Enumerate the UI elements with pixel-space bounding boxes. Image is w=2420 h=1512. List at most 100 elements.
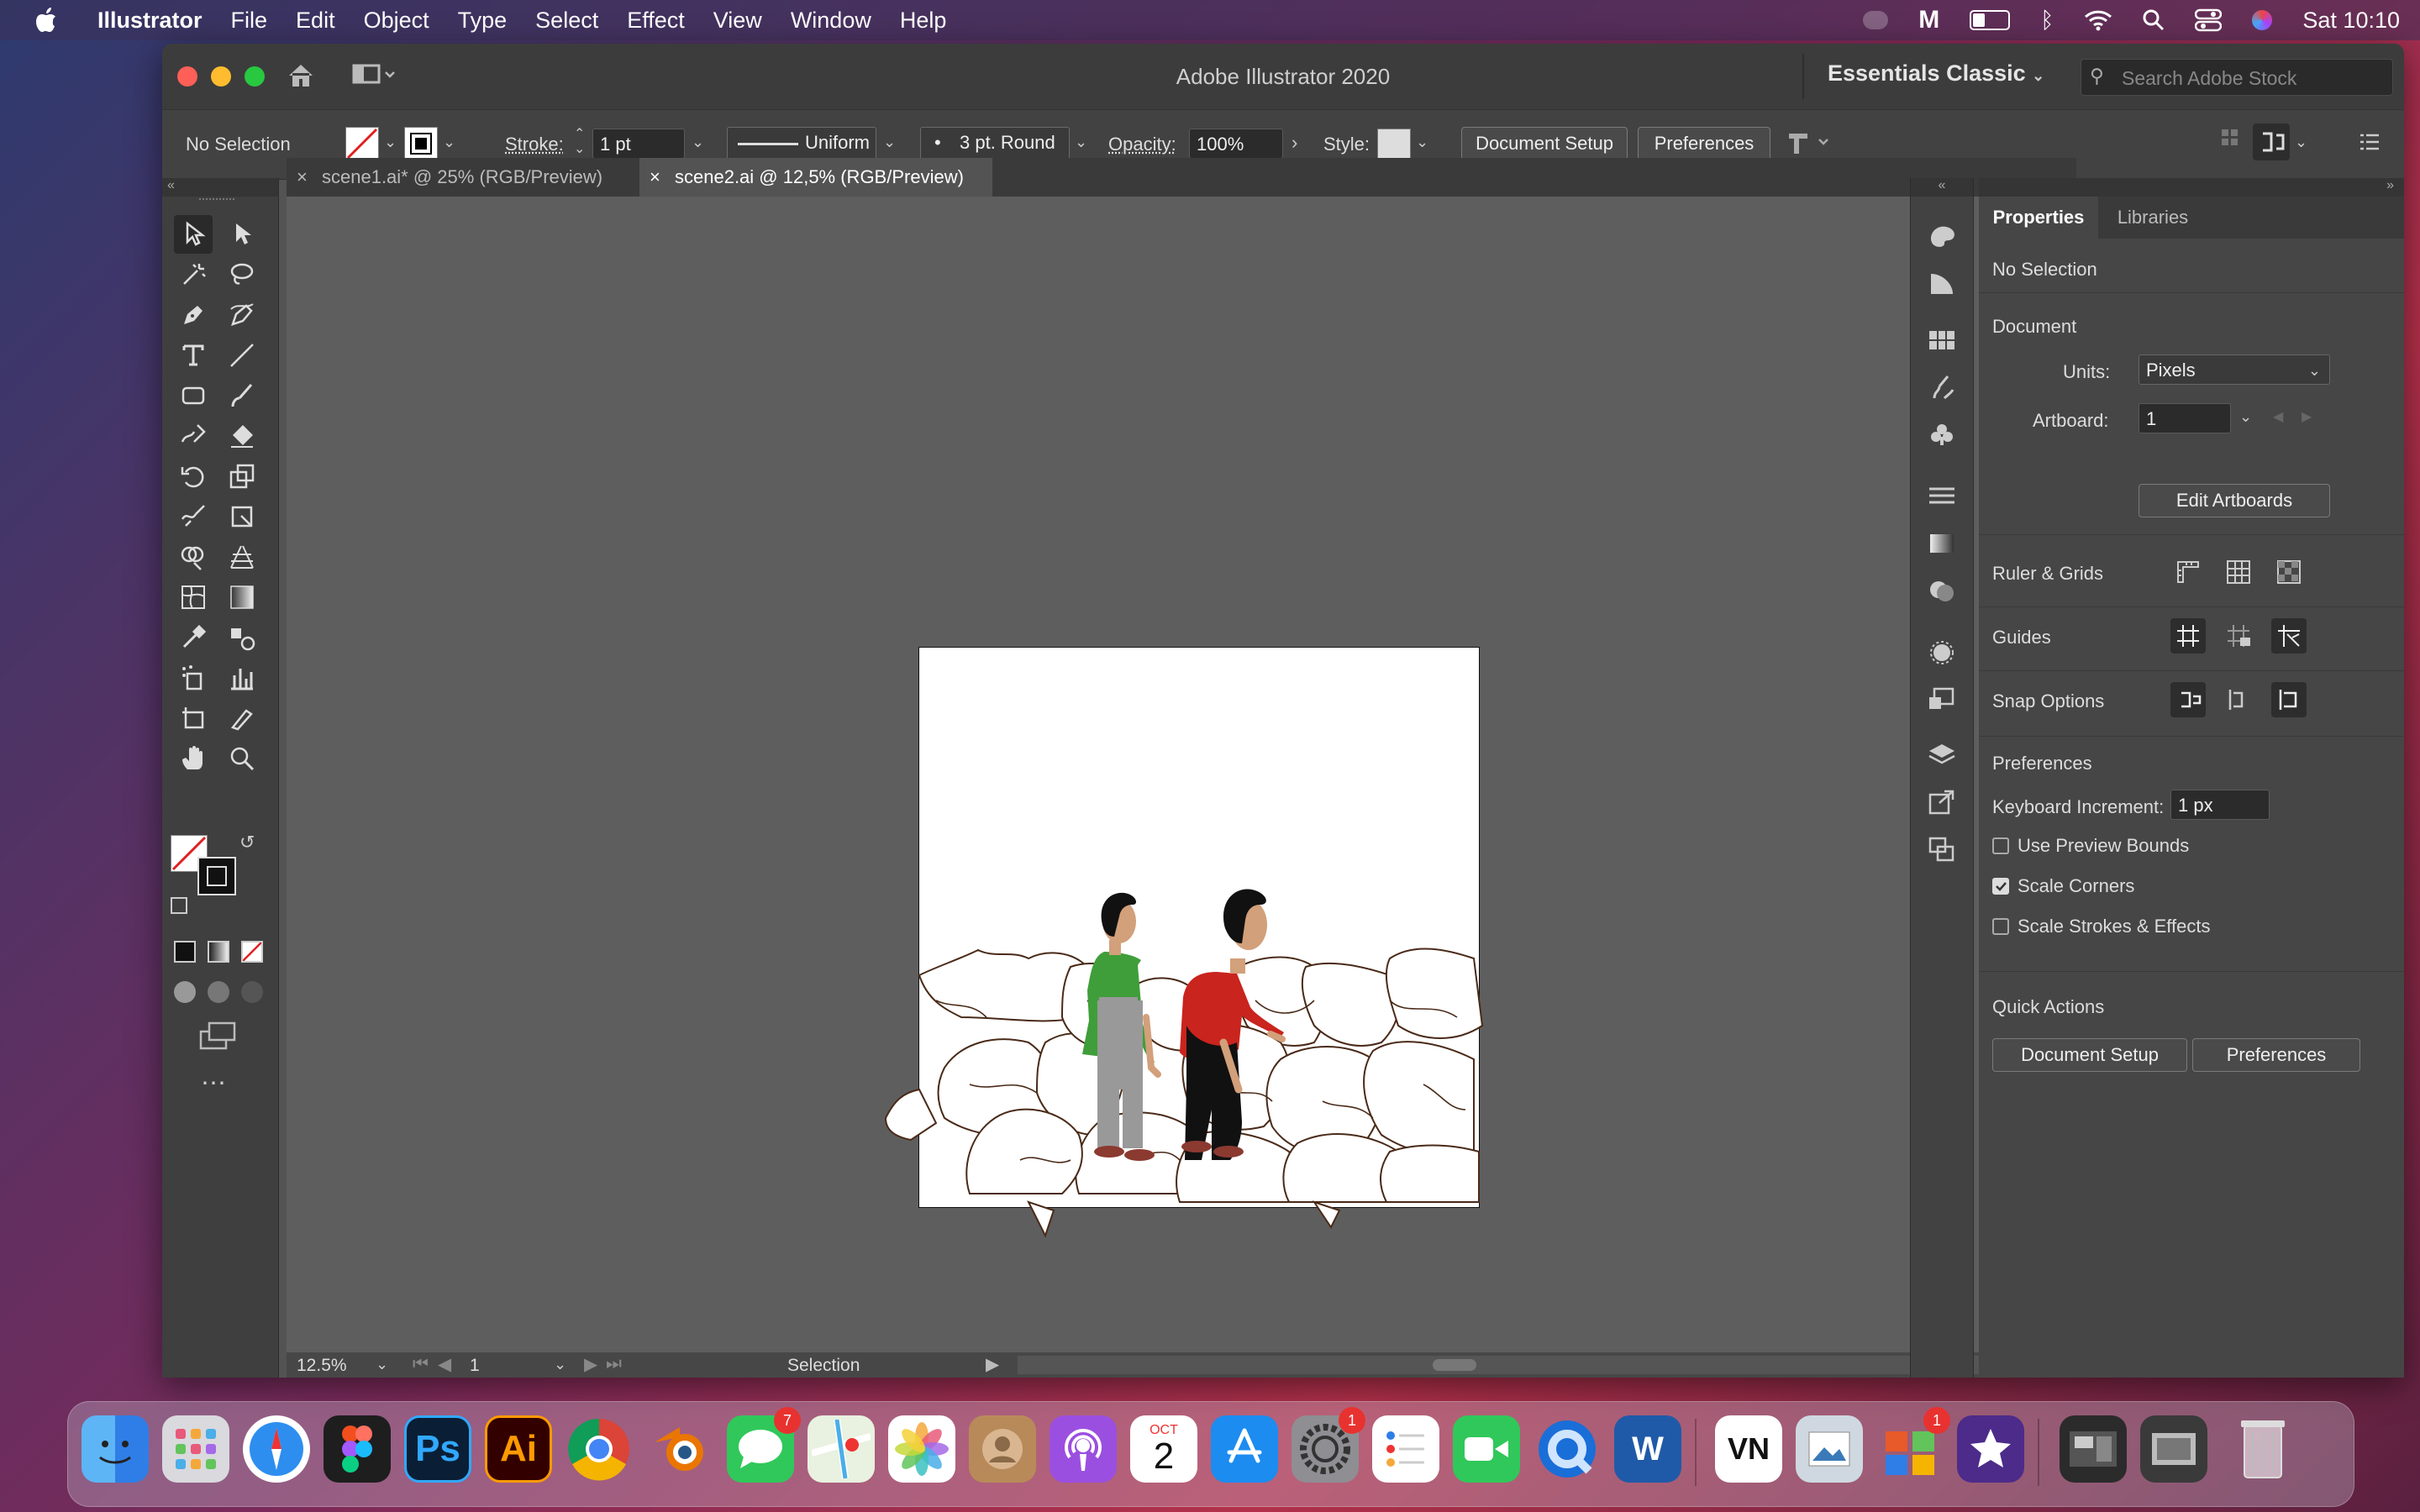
fill-swatch[interactable] (345, 127, 379, 160)
launchpad-icon[interactable] (162, 1415, 229, 1483)
lock-guides-icon[interactable] (2221, 618, 2256, 654)
free-transform-tool-icon[interactable] (223, 497, 261, 536)
slice-tool-icon[interactable] (223, 699, 261, 738)
none-mode-icon[interactable] (241, 941, 263, 963)
swatches-icon[interactable] (1911, 318, 1973, 363)
facetime-icon[interactable] (1453, 1415, 1520, 1483)
stroke-swatch[interactable] (404, 127, 438, 160)
vn-video-editor-icon[interactable]: VN (1715, 1415, 1782, 1483)
tab-properties[interactable]: Properties (1979, 197, 2098, 239)
quicktime-icon[interactable] (1534, 1415, 1601, 1483)
use-preview-bounds-row[interactable]: Use Preview Bounds (1992, 835, 2189, 857)
previous-artboard-icon[interactable]: ◀ (438, 1354, 451, 1375)
draw-behind-icon[interactable] (208, 981, 229, 1003)
menu-help[interactable]: Help (900, 8, 947, 34)
horizontal-scrollbar[interactable] (1018, 1356, 2023, 1374)
quick-document-setup-button[interactable]: Document Setup (1992, 1038, 2187, 1072)
menu-type[interactable]: Type (458, 8, 508, 34)
opacity-slider-icon[interactable]: › (1292, 132, 1297, 154)
close-tab-icon[interactable]: × (297, 158, 308, 197)
magic-wand-tool-icon[interactable] (174, 255, 213, 294)
finder-icon[interactable] (82, 1415, 149, 1483)
workspace-switcher[interactable]: Essentials Classic ⌄ (1828, 60, 2044, 87)
symbol-sprayer-tool-icon[interactable] (174, 659, 213, 697)
status-menu-icon[interactable]: ▶ (986, 1354, 999, 1375)
edit-artboards-button[interactable]: Edit Artboards (2139, 484, 2330, 517)
column-graph-tool-icon[interactable] (223, 659, 261, 697)
perspective-grid-tool-icon[interactable] (223, 538, 261, 576)
default-fill-stroke-icon[interactable] (171, 897, 187, 914)
scale-strokes-row[interactable]: Scale Strokes & Effects (1992, 916, 2210, 937)
menu-window[interactable]: Window (791, 8, 871, 34)
eyedropper-tool-icon[interactable] (174, 618, 213, 657)
units-select[interactable]: Pixels ⌄ (2139, 354, 2330, 385)
siri-icon[interactable] (2252, 10, 2273, 30)
lasso-tool-icon[interactable] (223, 255, 261, 294)
imovie-icon[interactable] (1957, 1415, 2024, 1483)
stroke-color-box[interactable] (197, 857, 236, 895)
curvature-tool-icon[interactable] (223, 296, 261, 334)
eraser-tool-icon[interactable] (223, 417, 261, 455)
first-artboard-icon[interactable]: ⏮ (413, 1354, 429, 1374)
adobe-stock-search[interactable]: ⚲ Search Adobe Stock (2081, 59, 2393, 96)
tab-scene2[interactable]: × scene2.ai @ 12,5% (RGB/Preview) (639, 158, 992, 197)
word-icon[interactable]: W (1614, 1415, 1681, 1483)
menu-view[interactable]: View (713, 8, 762, 34)
menu-effect[interactable]: Effect (627, 8, 685, 34)
trash-icon[interactable] (2229, 1415, 2296, 1483)
appearance-icon[interactable] (1911, 630, 1973, 675)
panel-menu-icon[interactable] (2359, 132, 2381, 152)
creative-cloud-icon[interactable] (1863, 11, 1889, 29)
asset-export-icon[interactable] (1911, 780, 1973, 825)
stroke-label[interactable]: Stroke: (505, 134, 564, 155)
menu-edit[interactable]: Edit (296, 8, 335, 34)
apple-icon[interactable] (35, 8, 57, 33)
align-grid-icon[interactable] (2221, 129, 2239, 147)
opacity-label[interactable]: Opacity: (1108, 134, 1176, 155)
edit-toolbar-icon[interactable]: ⋯ (201, 1068, 226, 1098)
rectangle-tool-icon[interactable] (174, 376, 213, 415)
bluetooth-icon[interactable]: ᛒ (2040, 8, 2054, 34)
transparency-icon[interactable] (1911, 568, 1973, 613)
show-guides-icon[interactable] (2170, 618, 2206, 654)
menubar-clock[interactable]: Sat 10:10 (2302, 8, 2400, 34)
zoom-level[interactable]: 12.5% (297, 1356, 347, 1376)
rotate-tool-icon[interactable] (174, 457, 213, 496)
system-preferences-icon[interactable]: 1 (1292, 1407, 1365, 1483)
artboard-tool-icon[interactable] (174, 699, 213, 738)
horizontal-scroll-thumb[interactable] (1433, 1359, 1476, 1371)
hand-tool-icon[interactable] (174, 739, 213, 778)
close-tab-icon[interactable]: × (650, 158, 660, 197)
stroke-weight-dropdown-icon[interactable]: ⌄ (692, 134, 704, 151)
graphic-styles-icon[interactable] (1911, 677, 1973, 722)
scale-strokes-checkbox[interactable] (1992, 918, 2009, 935)
artboard-dropdown-icon[interactable]: ⌄ (554, 1356, 566, 1373)
snap-to-point-icon[interactable] (2170, 682, 2206, 717)
draw-normal-icon[interactable] (174, 981, 196, 1003)
snap-dropdown-icon[interactable]: ⌄ (2295, 134, 2307, 151)
profile-dropdown-icon[interactable]: ⌄ (883, 134, 896, 151)
photoshop-icon[interactable]: Ps (404, 1415, 471, 1483)
tab-libraries[interactable]: Libraries (2098, 197, 2207, 239)
screen-mode-icon[interactable] (199, 1021, 238, 1050)
podcasts-icon[interactable] (1050, 1415, 1117, 1483)
collapse-properties-icon[interactable]: » (1979, 178, 2404, 197)
artwork-scene[interactable] (884, 648, 1484, 1238)
last-artboard-icon[interactable]: ⏭ (606, 1354, 622, 1374)
previous-artboard-arrow-icon[interactable]: ◀ (2273, 408, 2283, 425)
document-canvas[interactable]: ⌃ ⌄ (287, 197, 2049, 1352)
calendar-icon[interactable]: OCT 2 (1130, 1415, 1197, 1483)
color-guide-icon[interactable] (1911, 260, 1973, 306)
scale-corners-checkbox[interactable] (1992, 878, 2009, 895)
zoom-tool-icon[interactable] (223, 739, 261, 778)
document-setup-button[interactable]: Document Setup (1461, 127, 1628, 160)
messages-icon[interactable]: 7 (727, 1407, 801, 1483)
screenshots-folder-icon[interactable] (2060, 1415, 2127, 1483)
smart-guides-icon[interactable] (2271, 618, 2307, 654)
preferences-button[interactable]: Preferences (1638, 127, 1770, 160)
illustrator-icon[interactable]: Ai (485, 1415, 552, 1483)
opacity-field[interactable]: 100% (1189, 129, 1283, 159)
zoom-dropdown-icon[interactable]: ⌄ (376, 1356, 388, 1373)
gradient-panel-icon[interactable] (1911, 521, 1973, 566)
spotlight-search-icon[interactable] (2143, 9, 2165, 31)
